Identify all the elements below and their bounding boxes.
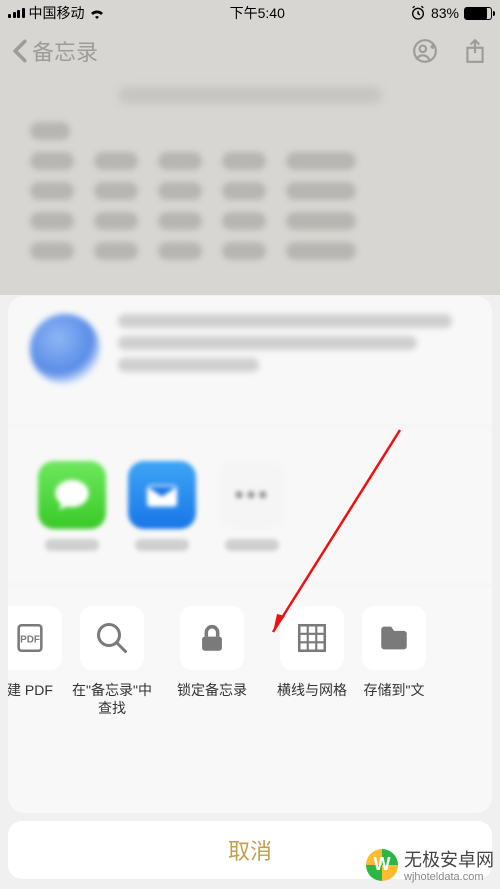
back-button[interactable]: 备忘录 [12, 35, 98, 67]
watermark: 无极安卓网 wjhoteldata.com [366, 846, 494, 883]
status-bar: 中国移动 下午5:40 83% [0, 0, 500, 26]
airdrop-preview-icon [30, 314, 100, 384]
action-lock-note[interactable]: 锁定备忘录 [162, 606, 262, 700]
nav-bar: 备忘录 [0, 26, 500, 76]
watermark-logo-icon [366, 849, 398, 881]
action-lines-grids[interactable]: 横线与网格 [262, 606, 362, 700]
action-row[interactable]: PDF 建 PDF 在"备忘录"中 查找 锁定备忘录 横线与网格 [8, 586, 492, 813]
action-label: 存储到"文 [364, 682, 425, 700]
dimmed-background: 中国移动 下午5:40 83% 备忘录 [0, 0, 500, 295]
cancel-label: 取消 [228, 834, 272, 866]
action-create-pdf[interactable]: PDF 建 PDF [8, 606, 62, 700]
share-preview [8, 296, 492, 426]
share-sheet: ••• PDF 建 PDF 在"备忘录"中 查找 锁定备忘录 横线与网格 [8, 296, 492, 813]
share-icon[interactable] [462, 38, 488, 64]
add-person-icon[interactable] [412, 38, 438, 64]
svg-text:PDF: PDF [20, 634, 40, 645]
wifi-icon [89, 7, 105, 19]
chevron-left-icon [12, 39, 28, 63]
clock-label: 下午5:40 [230, 3, 285, 23]
action-label: 在"备忘录"中 查找 [72, 682, 152, 717]
signal-icon [8, 8, 25, 18]
more-app-icon[interactable]: ••• [218, 461, 286, 529]
messages-app-icon[interactable] [38, 461, 106, 529]
folder-icon [362, 606, 426, 670]
share-app-row[interactable]: ••• [8, 426, 492, 586]
note-content-blurred [0, 76, 500, 282]
search-icon [80, 606, 144, 670]
action-label: 横线与网格 [277, 682, 347, 700]
action-label: 锁定备忘录 [177, 682, 247, 700]
action-find-in-note[interactable]: 在"备忘录"中 查找 [62, 606, 162, 717]
watermark-url: wjhoteldata.com [404, 872, 494, 883]
carrier-label: 中国移动 [29, 3, 85, 23]
pdf-icon: PDF [8, 606, 62, 670]
action-save-to-files[interactable]: 存储到"文 [362, 606, 426, 700]
alarm-icon [410, 5, 426, 21]
grid-icon [280, 606, 344, 670]
watermark-title: 无极安卓网 [404, 850, 494, 870]
battery-pct-label: 83% [431, 5, 459, 21]
lock-icon [180, 606, 244, 670]
battery-icon [464, 7, 492, 20]
action-label: 建 PDF [8, 682, 53, 700]
mail-app-icon[interactable] [128, 461, 196, 529]
back-label: 备忘录 [32, 35, 98, 67]
